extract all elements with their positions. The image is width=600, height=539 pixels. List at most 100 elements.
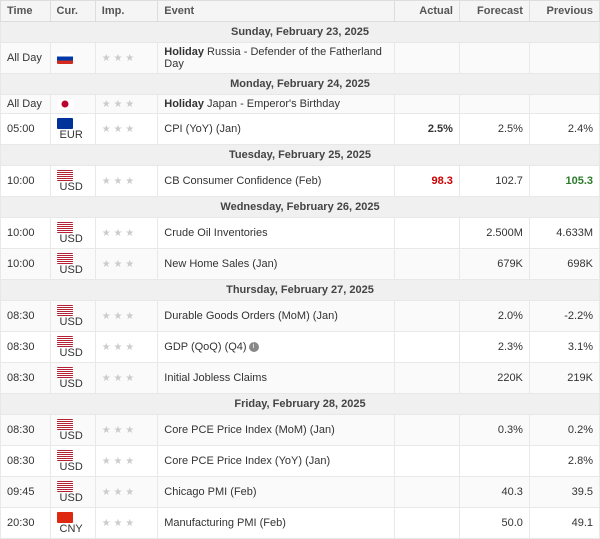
- event-name: Core PCE Price Index (YoY) (Jan): [164, 455, 330, 467]
- cell-time: All Day: [1, 95, 51, 114]
- event-name: Initial Jobless Claims: [164, 372, 267, 384]
- currency-flag: [57, 419, 73, 430]
- importance-stars: ★ ★ ★: [102, 53, 134, 64]
- currency-code: CNY: [60, 523, 83, 535]
- event-name: Holiday: [164, 46, 204, 58]
- cell-forecast: 50.0: [459, 508, 529, 539]
- cell-time: 08:30: [1, 415, 51, 446]
- cell-time: 08:30: [1, 446, 51, 477]
- cell-event: Crude Oil Inventories: [158, 218, 395, 249]
- header-time: Time: [1, 1, 51, 22]
- importance-stars: ★ ★ ★: [102, 487, 134, 498]
- currency-code: USD: [60, 492, 83, 504]
- cell-time: 05:00: [1, 114, 51, 145]
- cell-importance: ★ ★ ★: [95, 508, 157, 539]
- currency-flag: [57, 367, 73, 378]
- cell-time: 09:45: [1, 477, 51, 508]
- cell-time: 08:30: [1, 363, 51, 394]
- importance-stars: ★ ★ ★: [102, 373, 134, 384]
- table-row: All Day★ ★ ★Holiday Russia - Defender of…: [1, 43, 600, 74]
- currency-code: EUR: [60, 129, 83, 141]
- currency-flag: [57, 450, 73, 461]
- currency-flag: [57, 336, 73, 347]
- currency-code: USD: [60, 430, 83, 442]
- currency-flag: [57, 170, 73, 181]
- event-name: Holiday: [164, 98, 204, 110]
- cell-event: CPI (YoY) (Jan): [158, 114, 395, 145]
- cell-importance: ★ ★ ★: [95, 477, 157, 508]
- cell-actual: [395, 95, 460, 114]
- event-name: CPI (YoY) (Jan): [164, 123, 241, 135]
- importance-stars: ★ ★ ★: [102, 99, 134, 110]
- cell-importance: ★ ★ ★: [95, 218, 157, 249]
- table-row: 05:00EUR★ ★ ★CPI (YoY) (Jan)2.5%2.5%2.4%: [1, 114, 600, 145]
- event-name: Core PCE Price Index (MoM) (Jan): [164, 424, 335, 436]
- cell-previous: 0.2%: [529, 415, 599, 446]
- currency-flag: [57, 253, 73, 264]
- cell-previous: 3.1%: [529, 332, 599, 363]
- cell-forecast: 2.0%: [459, 301, 529, 332]
- cell-importance: ★ ★ ★: [95, 166, 157, 197]
- cell-time: 10:00: [1, 218, 51, 249]
- cell-event: Chicago PMI (Feb): [158, 477, 395, 508]
- cell-importance: ★ ★ ★: [95, 43, 157, 74]
- day-header-row: Tuesday, February 25, 2025: [1, 145, 600, 166]
- day-header-label: Monday, February 24, 2025: [1, 74, 600, 95]
- importance-stars: ★ ★ ★: [102, 228, 134, 239]
- day-header-row: Thursday, February 27, 2025: [1, 280, 600, 301]
- currency-flag: [57, 305, 73, 316]
- cell-forecast: 2.3%: [459, 332, 529, 363]
- importance-stars: ★ ★ ★: [102, 311, 134, 322]
- cell-currency: USD: [50, 301, 95, 332]
- cell-actual: [395, 218, 460, 249]
- cell-actual: [395, 363, 460, 394]
- currency-code: USD: [60, 378, 83, 390]
- event-name: New Home Sales (Jan): [164, 258, 277, 270]
- importance-stars: ★ ★ ★: [102, 518, 134, 529]
- header-imp: Imp.: [95, 1, 157, 22]
- cell-actual: [395, 477, 460, 508]
- table-header-row: Time Cur. Imp. Event Actual Forecast Pre…: [1, 1, 600, 22]
- cell-currency: USD: [50, 218, 95, 249]
- cell-previous: -2.2%: [529, 301, 599, 332]
- cell-event: GDP (QoQ) (Q4)i: [158, 332, 395, 363]
- importance-stars: ★ ★ ★: [102, 124, 134, 135]
- cell-importance: ★ ★ ★: [95, 415, 157, 446]
- importance-stars: ★ ★ ★: [102, 456, 134, 467]
- cell-previous: 2.8%: [529, 446, 599, 477]
- cell-forecast: [459, 95, 529, 114]
- cell-previous: 105.3: [529, 166, 599, 197]
- cell-forecast: [459, 43, 529, 74]
- cell-event: CB Consumer Confidence (Feb): [158, 166, 395, 197]
- event-name: Durable Goods Orders (MoM) (Jan): [164, 310, 338, 322]
- table-row: 08:30USD ★ ★ ★ Durable Goods Orders (MoM) …: [1, 301, 600, 332]
- cell-event: Manufacturing PMI (Feb): [158, 508, 395, 539]
- cell-importance: ★ ★ ★: [95, 114, 157, 145]
- table-row: 20:30CNY★ ★ ★Manufacturing PMI (Feb)50.0…: [1, 508, 600, 539]
- cell-previous: 39.5: [529, 477, 599, 508]
- cell-actual: [395, 249, 460, 280]
- cell-previous: 219K: [529, 363, 599, 394]
- cell-event: Durable Goods Orders (MoM) (Jan): [158, 301, 395, 332]
- cell-forecast: 102.7: [459, 166, 529, 197]
- economic-calendar-table: Time Cur. Imp. Event Actual Forecast Pre…: [0, 0, 600, 539]
- info-icon[interactable]: i: [249, 342, 259, 352]
- table-row: 10:00USD★ ★ ★Crude Oil Inventories2.500M…: [1, 218, 600, 249]
- table-row: 08:30USD★ ★ ★Initial Jobless Claims220K2…: [1, 363, 600, 394]
- currency-flag: [57, 512, 73, 523]
- day-header-label: Tuesday, February 25, 2025: [1, 145, 600, 166]
- currency-flag: [57, 118, 73, 129]
- cell-previous: [529, 95, 599, 114]
- cell-currency: [50, 95, 95, 114]
- cell-currency: USD: [50, 249, 95, 280]
- cell-currency: USD: [50, 166, 95, 197]
- event-name: Chicago PMI (Feb): [164, 486, 256, 498]
- cell-currency: USD: [50, 415, 95, 446]
- cell-event: Initial Jobless Claims: [158, 363, 395, 394]
- event-name: CB Consumer Confidence (Feb): [164, 175, 321, 187]
- day-header-row: Friday, February 28, 2025: [1, 394, 600, 415]
- currency-code: USD: [60, 461, 83, 473]
- cell-importance: ★ ★ ★: [95, 363, 157, 394]
- cell-time: All Day: [1, 43, 51, 74]
- cell-time: 08:30: [1, 301, 51, 332]
